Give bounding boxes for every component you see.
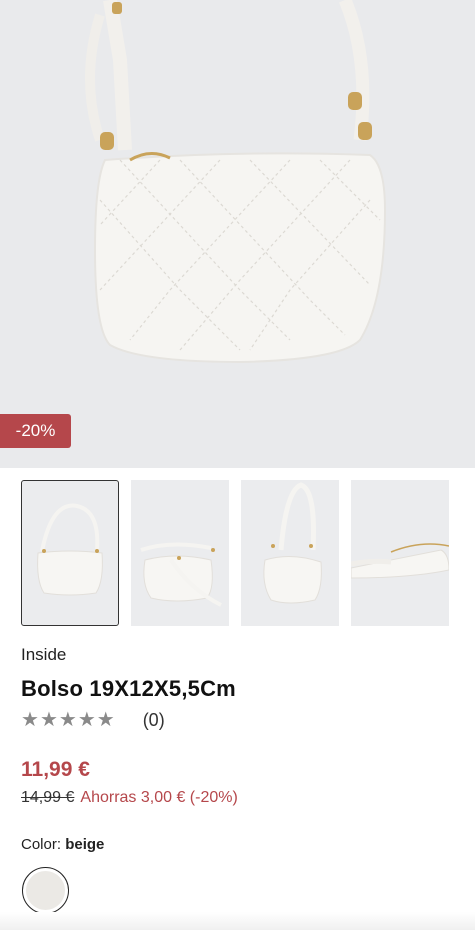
thumbnail-gallery [21,480,449,626]
thumbnail-1[interactable] [21,480,119,626]
product-main-image[interactable]: -20% [0,0,475,468]
bag-thumbnail-detail-icon [351,543,449,579]
rating-stars: ★ ★ ★ ★ ★ [21,709,115,731]
savings-text: Ahorras 3,00 € (-20%) [80,789,238,806]
bag-main-illustration [85,0,387,364]
star-icon: ★ [96,709,115,731]
color-swatch-beige[interactable] [22,867,69,914]
old-price: 14,99 € [21,789,75,806]
bottom-fade [0,912,475,930]
bag-thumbnail-side-icon [140,542,222,607]
review-count[interactable]: (0) [143,710,165,731]
thumbnail-2[interactable] [131,480,229,626]
star-icon: ★ [39,709,58,731]
bag-thumbnail-angled-icon [263,482,322,604]
current-price: 11,99 € [21,758,90,781]
bag-thumbnail-front-icon [37,503,103,596]
thumbnail-4[interactable] [351,480,449,626]
star-icon: ★ [58,709,77,731]
star-icon: ★ [21,709,39,731]
product-rating[interactable]: ★ ★ ★ ★ ★ (0) [21,709,165,731]
thumbnail-3[interactable] [241,480,339,626]
discount-badge: -20% [0,414,71,448]
color-selector-label: Color: beige [21,836,104,853]
product-brand[interactable]: Inside [21,645,66,665]
product-title: Bolso 19X12X5,5Cm [21,676,236,701]
color-label: Color: [21,836,62,853]
price-comparison: 14,99 € Ahorras 3,00 € (-20%) [21,789,238,807]
star-icon: ★ [77,709,96,731]
color-value: beige [65,836,105,853]
